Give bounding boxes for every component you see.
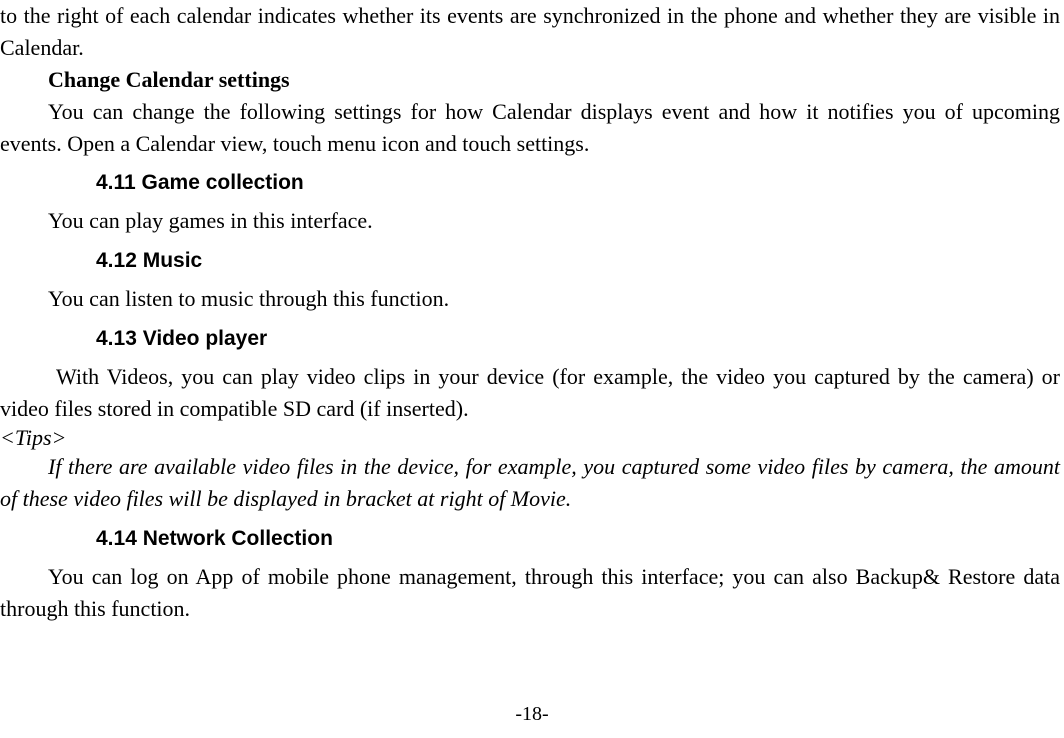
tips-body: If there are available video files in th…	[0, 451, 1060, 515]
change-settings-heading: Change Calendar settings	[0, 64, 1060, 96]
section-4-12-body: You can listen to music through this fun…	[0, 283, 1060, 315]
page-body: to the right of each calendar indicates …	[0, 0, 1064, 625]
tips-label: <Tips>	[0, 425, 1060, 451]
section-4-11-heading: 4.11 Game collection	[96, 171, 1060, 195]
section-4-14-body: You can log on App of mobile phone manag…	[0, 561, 1060, 625]
section-4-13-body: With Videos, you can play video clips in…	[0, 361, 1060, 425]
section-4-11-body: You can play games in this interface.	[0, 205, 1060, 237]
change-settings-body: You can change the following settings fo…	[0, 96, 1060, 160]
section-4-14-heading: 4.14 Network Collection	[96, 527, 1060, 551]
section-4-13-heading: 4.13 Video player	[96, 327, 1060, 351]
section-4-12-heading: 4.12 Music	[96, 249, 1060, 273]
page-number: -18-	[0, 703, 1064, 726]
intro-paragraph: to the right of each calendar indicates …	[0, 0, 1060, 64]
